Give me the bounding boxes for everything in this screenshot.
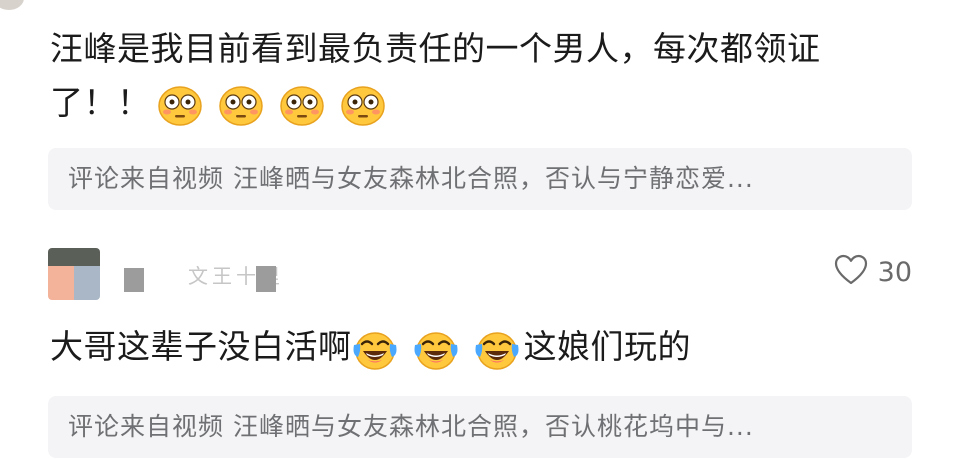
flushed-emoji-icon: [218, 85, 264, 127]
comment-line-text: 这娘们玩的: [523, 327, 691, 366]
video-source-link[interactable]: 评论来自视频 汪峰晒与女友森林北合照，否认桃花坞中与...: [48, 396, 912, 458]
laughing-crying-emoji-icon: [474, 329, 520, 371]
comment-line: 大哥这辈子没白活啊 这娘们玩的: [50, 320, 691, 374]
comment-body: 汪峰是我目前看到最负责任的一个男人，每次都领证 了！！: [50, 22, 821, 130]
comment-line: 汪峰是我目前看到最负责任的一个男人，每次都领证: [50, 29, 821, 68]
flushed-emoji-icon: [157, 85, 203, 127]
avatar[interactable]: [48, 248, 100, 300]
laughing-crying-emoji-icon: [352, 329, 398, 371]
flushed-emoji-icon: [279, 85, 325, 127]
flushed-emoji-icon: [340, 85, 386, 127]
heart-icon: [834, 254, 868, 290]
video-source-text: 评论来自视频 汪峰晒与女友森林北合照，否认桃花坞中与...: [68, 412, 754, 441]
like-count: 30: [877, 256, 912, 288]
emoji-group: [352, 322, 524, 376]
comment-line-text: 大哥这辈子没白活啊: [50, 327, 352, 366]
previous-avatar-edge: [0, 0, 24, 10]
comment-line-text: 了！！: [50, 83, 151, 122]
comment-body: 大哥这辈子没白活啊 这娘们玩的: [50, 320, 691, 374]
emoji-group: [157, 78, 390, 132]
video-source-link[interactable]: 评论来自视频 汪峰晒与女友森林北合照，否认与宁静恋爱...: [48, 148, 912, 210]
like-button[interactable]: 30: [834, 252, 912, 292]
comment-header: 文王十里 30: [48, 246, 912, 300]
laughing-crying-emoji-icon: [413, 329, 459, 371]
video-source-text: 评论来自视频 汪峰晒与女友森林北合照，否认与宁静恋爱...: [68, 164, 754, 193]
comment-line: 了！！: [50, 76, 821, 130]
